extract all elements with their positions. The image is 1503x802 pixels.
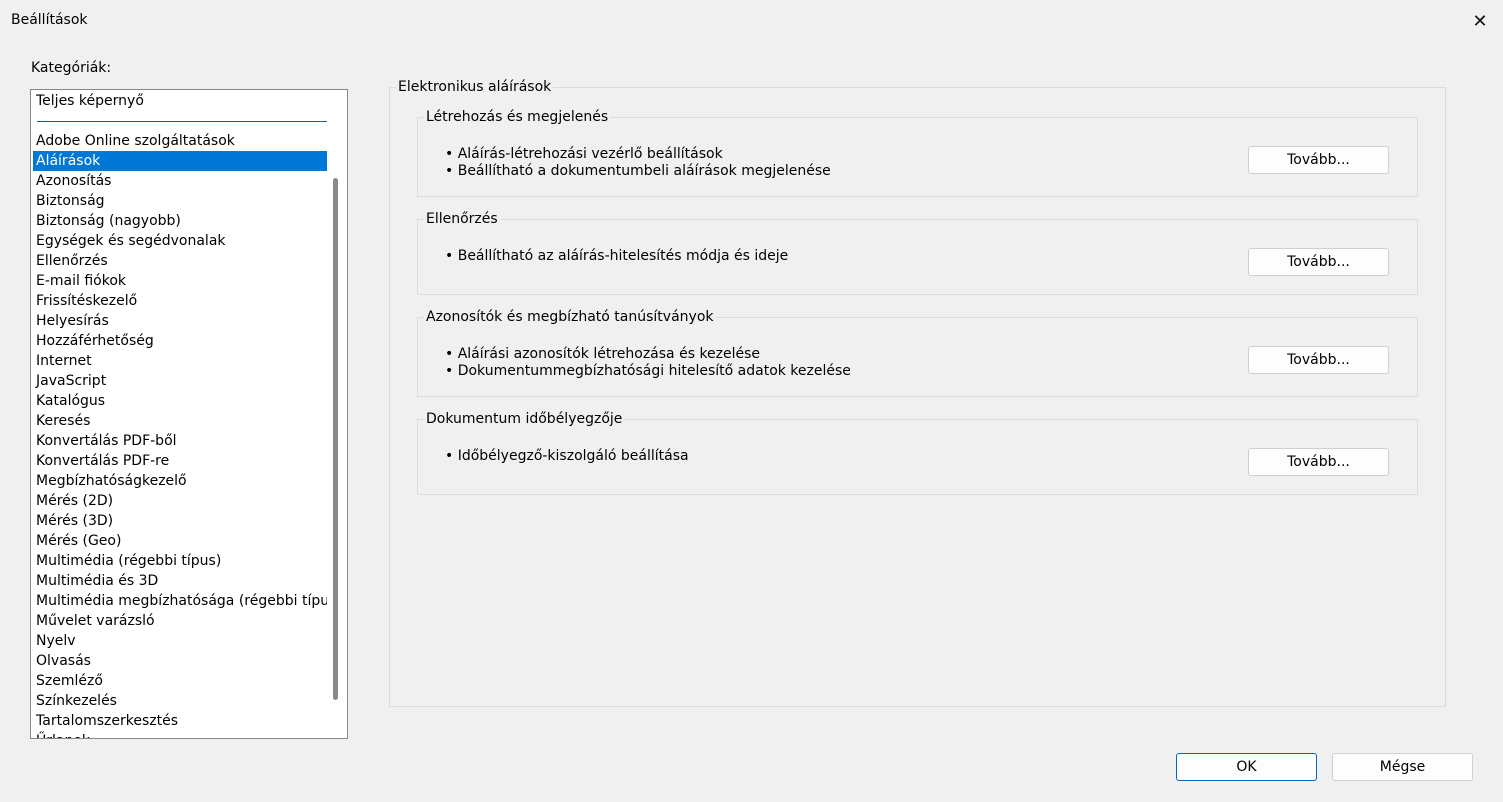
- bullet-text: • Időbélyegző-kiszolgáló beállítása: [445, 448, 689, 464]
- list-item[interactable]: Adobe Online szolgáltatások: [33, 131, 327, 151]
- list-item[interactable]: Biztonság: [33, 191, 327, 211]
- list-item[interactable]: Katalógus: [33, 391, 327, 411]
- list-item[interactable]: Internet: [33, 351, 327, 371]
- list-item[interactable]: Tartalomszerkesztés: [33, 711, 327, 731]
- list-item[interactable]: Biztonság (nagyobb): [33, 211, 327, 231]
- timestamp-more-button[interactable]: Tovább...: [1248, 448, 1389, 476]
- bullet-text: • Aláírás-létrehozási vezérlő beállításo…: [445, 146, 723, 162]
- bullet-text: • Beállítható az aláírás-hitelesítés mód…: [445, 248, 789, 264]
- list-item[interactable]: Multimédia megbízhatósága (régebbi típus…: [33, 591, 342, 611]
- group-title: Elektronikus aláírások: [396, 79, 554, 95]
- bullet-text: • Dokumentummegbízhatósági hitelesítő ad…: [445, 363, 851, 379]
- list-item[interactable]: Mérés (Geo): [33, 531, 327, 551]
- cancel-button[interactable]: Mégse: [1332, 753, 1473, 781]
- list-item[interactable]: Olvasás: [33, 651, 327, 671]
- section-title: Létrehozás és megjelenés: [424, 109, 611, 125]
- section-title: Dokumentum időbélyegzője: [424, 411, 625, 427]
- section-title: Azonosítók és megbízható tanúsítványok: [424, 309, 716, 325]
- section-timestamp: • Időbélyegző-kiszolgáló beállítása Tová…: [417, 419, 1418, 495]
- list-item[interactable]: Frissítéskezelő: [33, 291, 327, 311]
- categories-list[interactable]: Teljes képernyő Adobe Online szolgáltatás…: [30, 89, 348, 739]
- list-item[interactable]: Szemléző: [33, 671, 327, 691]
- list-item[interactable]: Hozzáférhetőség: [33, 331, 327, 351]
- close-button[interactable]: ✕: [1457, 0, 1503, 42]
- list-item[interactable]: Helyesírás: [33, 311, 327, 331]
- list-item[interactable]: Nyelv: [33, 631, 327, 651]
- bullet-text: • Aláírási azonosítók létrehozása és kez…: [445, 346, 761, 362]
- categories-list-inner: Teljes képernyő Adobe Online szolgáltatás…: [33, 91, 347, 738]
- separator-line: [37, 121, 347, 122]
- list-item[interactable]: Megbízhatóságkezelő: [33, 471, 327, 491]
- list-item[interactable]: Művelet varázsló: [33, 611, 327, 631]
- categories-scrollbar[interactable]: [327, 90, 347, 738]
- title-bar: Beállítások ✕: [0, 0, 1503, 42]
- identities-more-button[interactable]: Tovább...: [1248, 346, 1389, 374]
- verification-more-button[interactable]: Tovább...: [1248, 248, 1389, 276]
- section-title: Ellenőrzés: [424, 211, 500, 227]
- list-item[interactable]: Konvertálás PDF-ből: [33, 431, 327, 451]
- close-icon: ✕: [1472, 10, 1488, 32]
- list-item[interactable]: Teljes képernyő: [33, 91, 327, 111]
- list-item[interactable]: Multimédia (régebbi típus): [33, 551, 327, 571]
- list-item[interactable]: Multimédia és 3D: [33, 571, 327, 591]
- categories-label: Kategóriák:: [31, 60, 112, 76]
- section-identities: • Aláírási azonosítók létrehozása és kez…: [417, 317, 1418, 397]
- scroll-thumb[interactable]: [333, 178, 338, 700]
- bullet-text: • Beállítható a dokumentumbeli aláírások…: [445, 163, 831, 179]
- section-creation: • Aláírás-létrehozási vezérlő beállításo…: [417, 117, 1418, 197]
- list-item[interactable]: Egységek és segédvonalak: [33, 231, 327, 251]
- section-verification: • Beállítható az aláírás-hitelesítés mód…: [417, 219, 1418, 295]
- list-separator: [33, 111, 347, 131]
- list-item-selected[interactable]: Aláírások: [33, 151, 327, 171]
- list-item[interactable]: Űrlapok: [33, 731, 327, 738]
- list-item[interactable]: Keresés: [33, 411, 327, 431]
- ok-button[interactable]: OK: [1176, 753, 1317, 781]
- window-title: Beállítások: [11, 12, 88, 28]
- list-item[interactable]: Konvertálás PDF-re: [33, 451, 327, 471]
- list-item[interactable]: Azonosítás: [33, 171, 327, 191]
- creation-more-button[interactable]: Tovább...: [1248, 146, 1389, 174]
- list-item[interactable]: Mérés (2D): [33, 491, 327, 511]
- list-item[interactable]: Színkezelés: [33, 691, 327, 711]
- list-item[interactable]: Mérés (3D): [33, 511, 327, 531]
- list-item[interactable]: Ellenőrzés: [33, 251, 327, 271]
- list-item[interactable]: JavaScript: [33, 371, 327, 391]
- list-item[interactable]: E-mail fiókok: [33, 271, 327, 291]
